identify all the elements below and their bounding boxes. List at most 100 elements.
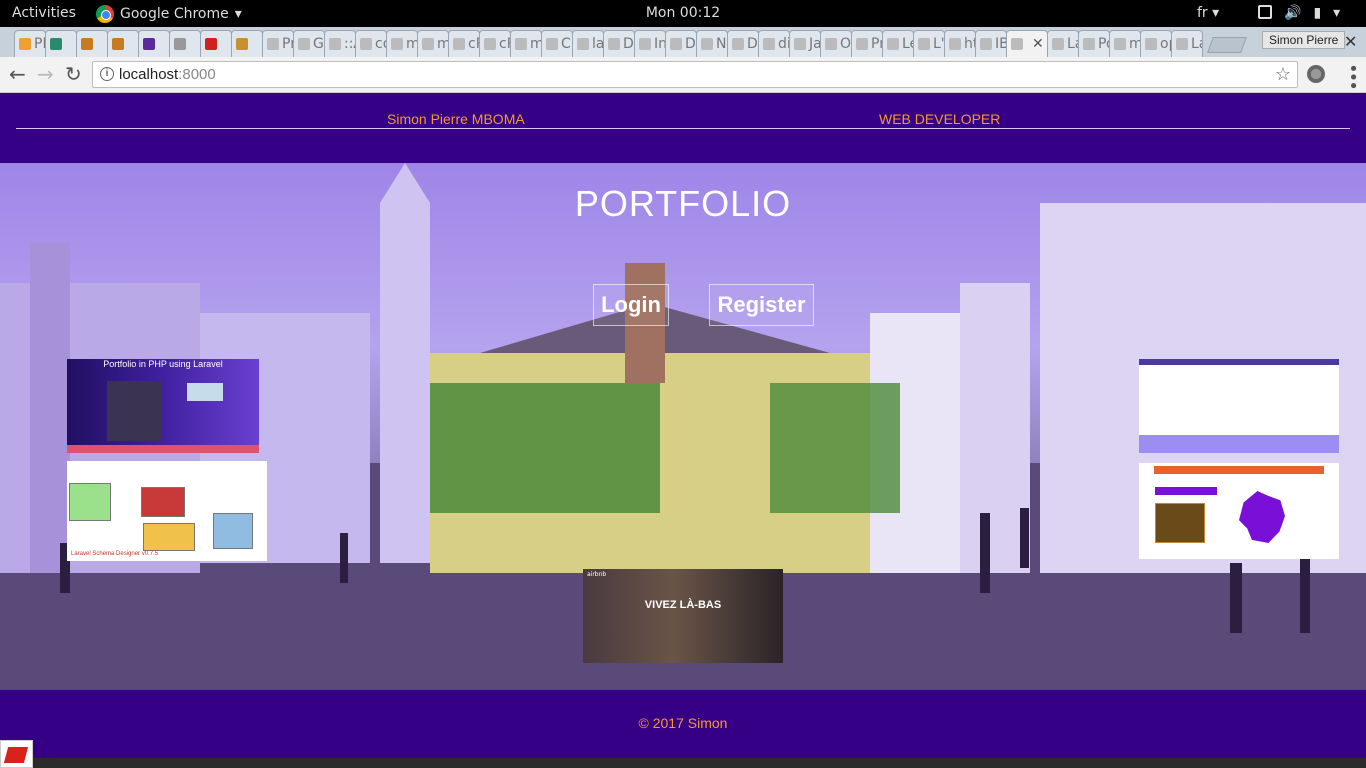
menu-icon[interactable]: ••• [1342,63,1363,89]
browser-tab[interactable]: De [665,30,697,57]
browser-tab[interactable]: co [355,30,387,57]
tab-favicon-icon [980,38,992,50]
app-launcher-icon[interactable] [0,740,33,768]
copyright-text: © 2017 Simon [638,715,728,731]
chevron-down-icon: ▾ [1333,5,1341,21]
browser-tab[interactable]: Le [882,30,914,57]
tab-label: La [1191,36,1202,52]
browser-tab[interactable]: Gr [293,30,325,57]
tab-favicon-icon [1052,38,1064,50]
project-thumbnail-france-map[interactable] [1139,463,1339,559]
project-thumbnail-airbnb[interactable]: airbnb VIVEZ LÀ-BAS [583,569,783,663]
tab-favicon-icon [670,38,682,50]
browser-tab[interactable] [107,30,139,57]
profile-button[interactable]: Simon Pierre [1262,31,1346,49]
address-bar[interactable]: i localhost:8000 ☆ [92,61,1298,88]
browser-tab[interactable]: ✕ [1006,30,1048,57]
tab-favicon-icon [205,38,217,50]
browser-tab[interactable]: Ou [820,30,852,57]
browser-tab[interactable]: m [417,30,449,57]
browser-tab[interactable] [76,30,108,57]
thumbnail-screen-image [187,383,223,401]
browser-tab[interactable]: op [1140,30,1172,57]
browser-tab[interactable]: Pr [851,30,883,57]
tab-favicon-icon [701,38,713,50]
site-footer: © 2017 Simon [0,690,1366,758]
thumbnail-button [1155,487,1217,495]
browser-tab[interactable]: PMA [14,30,46,57]
tab-favicon-icon [856,38,868,50]
browser-tab[interactable]: Ja [789,30,821,57]
tab-favicon-icon [949,38,961,50]
app-name: Google Chrome [120,5,229,22]
tab-favicon-icon [391,38,403,50]
close-window-icon[interactable]: ✕ [1344,32,1357,51]
activities-button[interactable]: Activities [12,5,76,21]
register-button[interactable]: Register [709,284,814,326]
thumbnail-person-image [107,381,162,441]
browser-tab[interactable]: La [1047,30,1079,57]
browser-tab[interactable]: Ne [696,30,728,57]
schema-table [213,513,253,549]
app-menu[interactable]: Google Chrome ▾ [96,0,242,27]
tab-favicon-icon [360,38,372,50]
project-thumbnail-form-app[interactable] [1139,359,1339,453]
browser-tab[interactable] [200,30,232,57]
browser-tab[interactable]: ::A [324,30,356,57]
language-indicator[interactable]: fr ▾ [1197,5,1219,21]
browser-tab[interactable]: De [603,30,635,57]
browser-tab[interactable]: la [572,30,604,57]
reload-button[interactable]: ↻ [65,63,82,85]
tab-favicon-icon [1145,38,1157,50]
thumbnail-bar [67,445,259,453]
tab-favicon-icon [639,38,651,50]
tab-strip: PMAPrGr::AcommcPcPmCrlaDeInDeNeDedifJaOu… [0,27,1366,57]
info-icon[interactable]: i [100,67,114,81]
tab-favicon-icon [267,38,279,50]
browser-tab[interactable]: Po [1078,30,1110,57]
chevron-down-icon: ▾ [234,5,242,22]
browser-tab[interactable] [231,30,263,57]
tab-favicon-icon [298,38,310,50]
browser-tab[interactable]: cP [479,30,511,57]
browser-tab[interactable]: dif [758,30,790,57]
browser-tab[interactable]: L'I [913,30,945,57]
bookmark-star-icon[interactable]: ☆ [1275,64,1291,85]
browser-tab[interactable]: m [510,30,542,57]
tab-favicon-icon [19,38,31,50]
browser-tab[interactable]: m [1109,30,1141,57]
schema-table [143,523,195,551]
new-tab-button[interactable] [1207,37,1247,53]
project-thumbnail-schema-designer[interactable]: Laravel Schema Designer v0.7.5 [67,461,267,561]
project-thumbnail-laravel-portfolio[interactable]: Portfolio in PHP using Laravel [67,359,259,453]
browser-tab[interactable]: In [634,30,666,57]
browser-tab[interactable]: ht [944,30,976,57]
browser-toolbar: ← → ↻ i localhost:8000 ☆ ••• [0,57,1366,93]
tab-favicon-icon [81,38,93,50]
tab-favicon-icon [236,38,248,50]
forward-button[interactable]: → [37,63,54,85]
extension-icon[interactable] [1307,65,1325,83]
hero-title: PORTFOLIO [574,183,792,224]
browser-tab[interactable]: De [727,30,759,57]
system-menu[interactable]: 🔊 ▮ ▾ [1258,5,1340,21]
gnome-top-bar: Activities Google Chrome ▾ Mon 00:12 fr … [0,0,1366,27]
tab-favicon-icon [484,38,496,50]
browser-tab[interactable]: Pr [262,30,294,57]
browser-tab[interactable]: IB [975,30,1007,57]
back-button[interactable]: ← [9,63,26,85]
login-button[interactable]: Login [593,284,669,326]
thumbnail-caption: Laravel Schema Designer v0.7.5 [71,551,159,557]
browser-tab[interactable] [169,30,201,57]
tab-favicon-icon [1011,38,1023,50]
browser-tab[interactable] [45,30,77,57]
browser-tab[interactable]: m [386,30,418,57]
thumbnail-caption: VIVEZ LÀ-BAS [644,599,722,611]
browser-tab[interactable] [138,30,170,57]
browser-tab[interactable]: cP [448,30,480,57]
tab-favicon-icon [1114,38,1126,50]
browser-tab[interactable]: La [1171,30,1203,57]
author-name: Simon Pierre MBOMA [387,111,525,127]
browser-tab[interactable]: Cr [541,30,573,57]
close-tab-icon[interactable]: ✕ [1032,36,1044,52]
